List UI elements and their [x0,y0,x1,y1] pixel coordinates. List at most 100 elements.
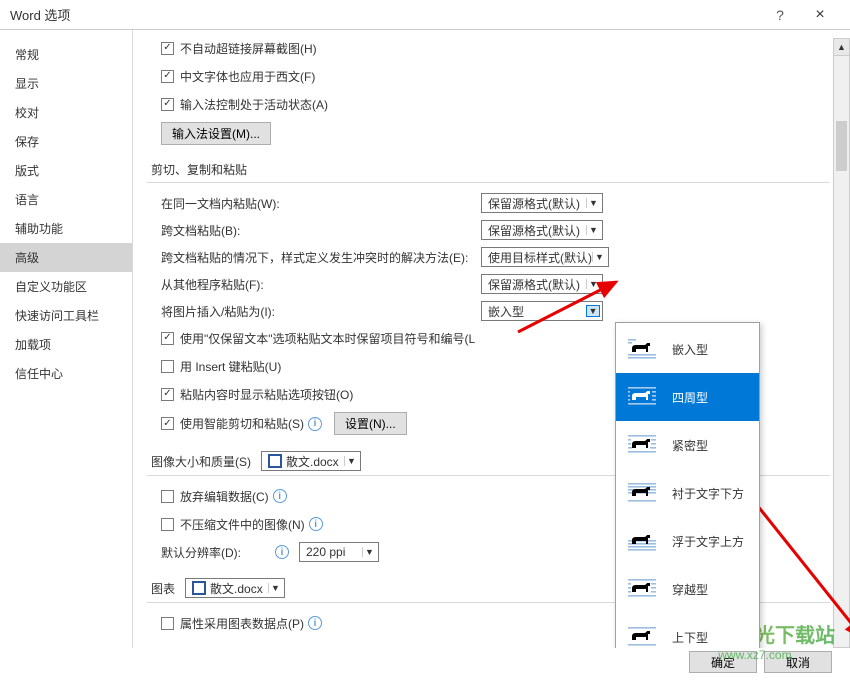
chevron-down-icon: ▼ [586,198,600,208]
paste-check-label-0: 使用"仅保留文本"选项粘贴文本时保留项目符号和编号(L [180,330,475,347]
chevron-down-icon: ▼ [362,547,376,557]
top-check-label-0: 不自动超链接屏幕截图(H) [180,40,317,57]
sidebar-item-5[interactable]: 语言 [0,185,132,214]
paste-label-2: 跨文档粘贴的情况下，样式定义发生冲突时的解决方法(E): [161,249,481,266]
chart-data-point-label: 属性采用图表数据点(P) [180,615,304,632]
chart-doc-value: 散文.docx [210,580,268,597]
sidebar-item-3[interactable]: 保存 [0,127,132,156]
sidebar-item-6[interactable]: 辅助功能 [0,214,132,243]
vertical-scrollbar[interactable]: ▲ [833,38,850,648]
paste-value-1: 保留源格式(默认) [488,222,586,239]
paste-value-3: 保留源格式(默认) [488,276,586,293]
sidebar-item-8[interactable]: 自定义功能区 [0,272,132,301]
sidebar-item-0[interactable]: 常规 [0,40,132,69]
info-icon[interactable]: i [309,517,323,531]
ime-settings-button[interactable]: 输入法设置(M)... [161,122,271,145]
top-check-label-1: 中文字体也应用于西文(F) [180,68,315,85]
chevron-down-icon: ▼ [344,456,358,466]
wrap-option-1[interactable]: 四周型 [616,373,759,421]
paste-select-3[interactable]: 保留源格式(默认)▼ [481,274,603,294]
paste-check-label-2: 粘贴内容时显示粘贴选项按钮(O) [180,386,353,403]
paste-select-2[interactable]: 使用目标样式(默认)▼ [481,247,609,267]
wrap-style-icon [626,576,658,602]
paste-check-label-3: 使用智能剪切和粘贴(S) [180,415,304,432]
wrap-style-icon [626,384,658,410]
top-checkbox-0[interactable] [161,42,174,55]
resolution-select[interactable]: 220 ppi ▼ [299,542,379,562]
chart-data-point-checkbox[interactable] [161,617,174,630]
wrap-option-2[interactable]: 紧密型 [616,421,759,469]
wrap-option-0[interactable]: 嵌入型 [616,325,759,373]
chevron-down-icon: ▼ [586,225,600,235]
info-icon[interactable]: i [275,545,289,559]
paste-checkbox-1[interactable] [161,360,174,373]
img-checkbox-0[interactable] [161,490,174,503]
top-check-label-2: 输入法控制处于活动状态(A) [180,96,328,113]
wrap-style-dropdown: 嵌入型四周型紧密型衬于文字下方浮于文字上方穿越型上下型 [615,322,760,648]
chart-doc-select[interactable]: 散文.docx ▼ [185,578,285,598]
sidebar-item-7[interactable]: 高级 [0,243,132,272]
chevron-down-icon: ▼ [592,252,606,262]
img-check-label-0: 放弃编辑数据(C) [180,488,269,505]
wrap-style-icon [626,336,658,362]
paste-label-0: 在同一文档内粘贴(W): [161,195,481,212]
paste-value-2: 使用目标样式(默认) [488,249,592,266]
img-checkbox-1[interactable] [161,518,174,531]
wrap-option-label: 浮于文字上方 [672,533,744,550]
sidebar-item-10[interactable]: 加载项 [0,330,132,359]
image-doc-select[interactable]: 散文.docx ▼ [261,451,361,471]
paste-checkbox-3[interactable] [161,417,174,430]
info-icon[interactable]: i [273,489,287,503]
scroll-thumb[interactable] [836,121,847,171]
paste-check-label-1: 用 Insert 键粘贴(U) [180,358,281,375]
info-icon[interactable]: i [308,616,322,630]
top-checkbox-1[interactable] [161,70,174,83]
wrap-style-icon [626,528,658,554]
section-cut-copy-paste: 剪切、复制和粘贴 [147,157,830,183]
sidebar-item-11[interactable]: 信任中心 [0,359,132,388]
wrap-style-icon [626,480,658,506]
wrap-option-label: 上下型 [672,629,708,646]
section-chart-label: 图表 [151,580,175,597]
wrap-option-6[interactable]: 上下型 [616,613,759,648]
wrap-option-label: 紧密型 [672,437,708,454]
title-bar: Word 选项 ? × [0,0,850,30]
close-button[interactable]: × [800,6,840,24]
paste-checkbox-2[interactable] [161,388,174,401]
paste-label-1: 跨文档粘贴(B): [161,222,481,239]
main-area: 常规显示校对保存版式语言辅助功能高级自定义功能区快速访问工具栏加载项信任中心 ▲… [0,30,850,648]
scroll-up-icon[interactable]: ▲ [834,39,849,56]
wrap-option-3[interactable]: 衬于文字下方 [616,469,759,517]
chevron-down-icon: ▼ [268,583,282,593]
paste-select-4[interactable]: 嵌入型▼ [481,301,603,321]
paste-settings-button[interactable]: 设置(N)... [334,412,407,435]
help-button[interactable]: ? [760,7,800,23]
wrap-option-5[interactable]: 穿越型 [616,565,759,613]
paste-select-1[interactable]: 保留源格式(默认)▼ [481,220,603,240]
top-checkbox-2[interactable] [161,98,174,111]
info-icon[interactable]: i [308,417,322,431]
document-icon [192,581,206,595]
sidebar-item-2[interactable]: 校对 [0,98,132,127]
chevron-down-icon: ▼ [586,305,600,317]
paste-label-4: 将图片插入/粘贴为(I): [161,303,481,320]
wrap-option-4[interactable]: 浮于文字上方 [616,517,759,565]
wrap-style-icon [626,432,658,458]
sidebar-item-4[interactable]: 版式 [0,156,132,185]
wrap-option-label: 四周型 [672,389,708,406]
paste-checkbox-0[interactable] [161,332,174,345]
paste-value-4: 嵌入型 [488,303,586,320]
wrap-option-label: 穿越型 [672,581,708,598]
paste-value-0: 保留源格式(默认) [488,195,586,212]
sidebar: 常规显示校对保存版式语言辅助功能高级自定义功能区快速访问工具栏加载项信任中心 [0,30,133,648]
cancel-button[interactable]: 取消 [764,651,832,673]
ok-button[interactable]: 确定 [689,651,757,673]
wrap-option-label: 衬于文字下方 [672,485,744,502]
sidebar-item-9[interactable]: 快速访问工具栏 [0,301,132,330]
window-title: Word 选项 [10,5,760,24]
default-resolution-label: 默认分辨率(D): [161,544,271,561]
wrap-option-label: 嵌入型 [672,341,708,358]
paste-select-0[interactable]: 保留源格式(默认)▼ [481,193,603,213]
wrap-style-icon [626,624,658,648]
sidebar-item-1[interactable]: 显示 [0,69,132,98]
